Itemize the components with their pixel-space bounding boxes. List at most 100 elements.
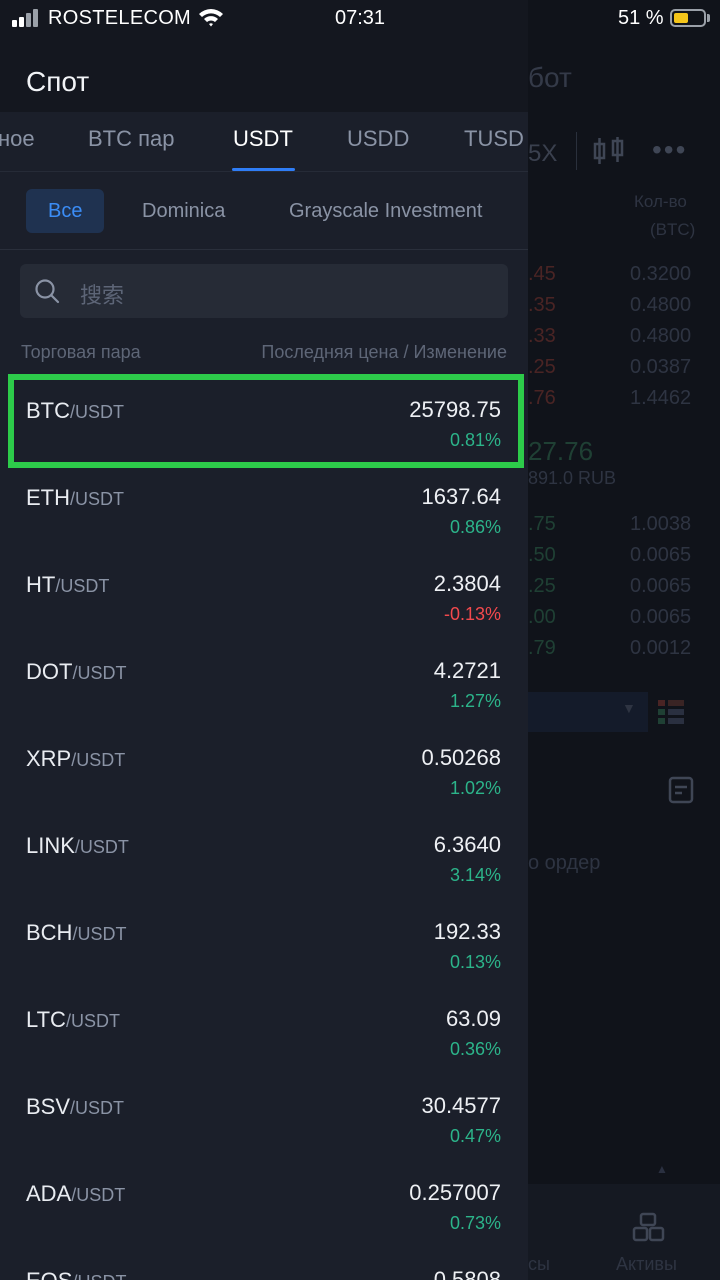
price-change: 0.73% [449,1213,501,1233]
status-bar: ROSTELECOM 07:31 51 % [0,0,720,38]
market-row-bsv[interactable]: BSV/USDT 30.4577 0.47% [0,1066,528,1153]
depth-toggle-icon [658,700,684,724]
market-row-xrp[interactable]: XRP/USDT 0.50268 1.02% [0,718,528,805]
bg-order-text: о ордер [528,852,601,874]
last-price: 0.5808 [433,1267,501,1280]
bg-book-price: .50 [528,544,556,566]
pair-base: BCH [26,920,73,945]
market-row-dot[interactable]: DOT/USDT 4.2721 1.27% [0,631,528,718]
pair-base: ADA [26,1181,72,1206]
bg-book-price: .33 [528,325,556,347]
market-row-ht[interactable]: HT/USDT 2.3804 -0.13% [0,544,528,631]
bg-book-qty: 0.4800 [630,325,692,347]
search-input[interactable]: 搜索 [20,264,508,318]
price-change: 0.13% [449,952,501,972]
last-price: 30.4577 [421,1093,501,1118]
bg-book-price: .00 [528,606,556,628]
orders-doc-icon [668,776,694,804]
price-change: 3.14% [449,865,501,885]
pair-quote: /USDT [71,750,126,770]
pair-name: XRP/USDT [26,746,125,772]
spot-markets-drawer: Спот ное BTC пар USDT USDD TUSD Все Domi… [0,0,528,1280]
bg-book-qty: 0.0065 [630,575,692,597]
bg-book-qty: 0.0065 [630,606,692,628]
battery-fill [674,13,689,23]
pair-quote: /USDT [70,402,124,422]
drawer-title: Спот [26,66,90,97]
last-price: 2.3804 [433,571,501,596]
chip-all[interactable]: Все [26,189,105,233]
bg-qty-header: Кол-во [634,192,687,211]
pair-quote: /USDT [55,576,110,596]
pair-quote: /USDT [70,489,124,509]
search-icon [35,279,60,304]
pair-name: EOS/USDT [26,1268,126,1280]
pair-quote: /USDT [72,663,127,683]
category-chips: Все Dominica Grayscale Investment [0,172,528,250]
last-price: 63.09 [445,1006,501,1031]
market-row-bch[interactable]: BCH/USDT 192.33 0.13% [0,892,528,979]
tab-usdt[interactable]: USDT [233,126,293,152]
bg-mid-rub: 891.0 RUB [528,468,617,488]
chip-dominica[interactable]: Dominica [142,189,225,233]
bg-book-price: .75 [528,513,556,535]
pair-name: LINK/USDT [26,833,129,859]
bg-book-qty: 0.4800 [630,294,692,316]
price-change: 0.47% [449,1126,501,1146]
pair-quote: /USDT [70,1098,125,1118]
column-headers: Торговая пара Последняя цена / Изменение [0,340,528,370]
search-placeholder: 搜索 [80,283,125,308]
market-row-btc[interactable]: BTC/USDT 25798.75 0.81% [0,370,528,457]
pair-name: BTC/USDT [26,398,124,424]
bg-book-price: .76 [528,387,556,409]
pair-base: BTC [26,398,70,423]
bg-title-fragment: бот [528,62,572,93]
price-change: -0.13% [443,604,501,624]
pair-base: EOS [26,1268,72,1280]
tab-usdd[interactable]: USDD [347,126,409,152]
active-tab-indicator [232,168,295,171]
bg-divider [576,132,577,170]
bg-dropdown-caret: ▼ [622,700,636,716]
pair-quote: /USDT [71,1185,126,1205]
price-change: 0.81% [449,430,501,450]
market-list: BTC/USDT 25798.75 0.81% ETH/USDT 1637.64 0.86… [0,370,528,1280]
assets-icon [632,1212,665,1242]
price-change: 1.27% [449,691,501,711]
market-row-ada[interactable]: ADA/USDT 0.257007 0.73% [0,1153,528,1240]
market-row-eth[interactable]: ETH/USDT 1637.64 0.86% [0,457,528,544]
pair-name: DOT/USDT [26,659,126,685]
battery-tip [707,14,710,22]
market-row-eos[interactable]: EOS/USDT 0.5808 [0,1240,528,1280]
clock: 07:31 [334,7,386,29]
last-price: 6.3640 [433,832,501,857]
bg-nav-assets: Активы [616,1254,677,1274]
last-price: 4.2721 [433,658,501,683]
price-change: 0.86% [449,517,501,537]
bg-book-qty: 1.0038 [630,513,692,535]
pair-name: BCH/USDT [26,920,126,946]
market-row-link[interactable]: LINK/USDT 6.3640 3.14% [0,805,528,892]
chip-grayscale[interactable]: Grayscale Investment [289,189,482,233]
bg-book-qty: 1.4462 [630,387,692,409]
pair-base: XRP [26,746,72,771]
pair-name: ADA/USDT [26,1181,125,1207]
tab-tusd[interactable]: TUSD [464,126,524,152]
pair-name: BSV/USDT [26,1094,124,1120]
pair-base: BSV [26,1094,71,1119]
more-icon: ••• [652,134,688,165]
last-price: 25798.75 [409,397,501,422]
pair-quote: /USDT [74,837,129,857]
tab-partial[interactable]: ное [0,126,35,152]
pair-quote: /USDT [72,1272,126,1280]
bg-book-qty: 0.3200 [630,263,692,285]
last-price: 192.33 [433,919,501,944]
bg-book-qty: 0.0387 [630,356,692,378]
tab-btc[interactable]: BTC пар [88,126,175,152]
bg-book-price: .25 [528,356,556,378]
pair-base: ETH [26,485,70,510]
pair-quote: /USDT [65,1011,120,1031]
price-change: 0.36% [449,1039,501,1059]
candlestick-icon [593,137,624,164]
market-row-ltc[interactable]: LTC/USDT 63.09 0.36% [0,979,528,1066]
